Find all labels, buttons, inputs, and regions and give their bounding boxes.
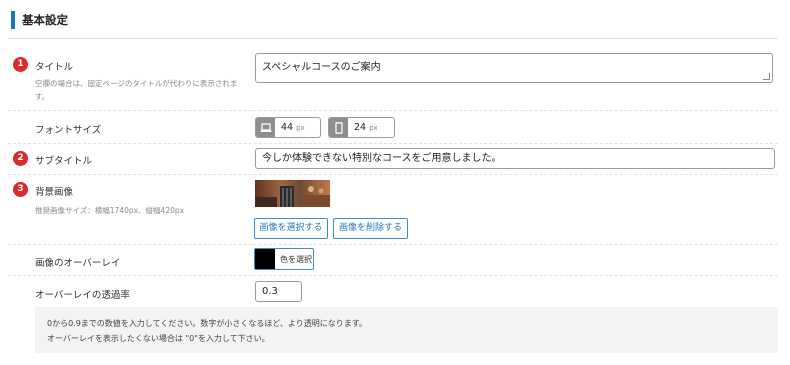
- step-badge-1: 1: [13, 57, 28, 72]
- opacity-label: オーバーレイの透過率: [35, 290, 130, 301]
- divider: [8, 110, 778, 111]
- font-size-sp-input[interactable]: 24 px: [328, 117, 395, 138]
- font-size-label: フォントサイズ: [35, 125, 102, 136]
- step-badge-3: 3: [13, 182, 28, 197]
- divider: [8, 275, 778, 276]
- section-title: 基本設定: [11, 11, 68, 29]
- title-description: 空欄の場合は、固定ページのタイトルが代わりに表示されます。: [35, 79, 238, 101]
- font-size-sp-unit: px: [369, 124, 378, 132]
- note-line-1: 0から0.9までの数値を入力してください。数字が小さくなるほど、より透明になりま…: [47, 319, 367, 328]
- note-line-2: オーバーレイを表示したくない場合は "0"を入力して下さい。: [47, 334, 270, 343]
- delete-image-button[interactable]: 画像を削除する: [333, 218, 408, 239]
- title-label: タイトル: [35, 62, 74, 73]
- step-badge-2: 2: [13, 151, 28, 166]
- divider: [8, 174, 778, 175]
- divider: [8, 143, 778, 144]
- resize-handle-icon[interactable]: [763, 73, 770, 80]
- overlay-color-swatch: [255, 249, 275, 269]
- background-image-thumbnail: [255, 180, 330, 207]
- laptop-icon: [256, 118, 275, 137]
- divider: [8, 38, 778, 39]
- title-textarea[interactable]: スペシャルコースのご案内: [255, 53, 773, 83]
- font-size-pc-unit: px: [296, 124, 305, 132]
- select-image-button[interactable]: 画像を選択する: [254, 218, 328, 239]
- overlay-color-picker-button[interactable]: 色を選択: [254, 248, 314, 270]
- background-image-description: 推奨画像サイズ：横幅1740px、縦幅420px: [35, 206, 185, 215]
- font-size-pc-value: 44: [281, 122, 294, 133]
- overlay-label: 画像のオーバーレイ: [35, 258, 121, 269]
- subtitle-input[interactable]: 今しか体験できない特別なコースをご用意しました。: [255, 148, 775, 169]
- opacity-help-note: 0から0.9までの数値を入力してください。数字が小さくなるほど、より透明になりま…: [35, 307, 778, 353]
- title-value: スペシャルコースのご案内: [262, 62, 381, 73]
- font-size-pc-input[interactable]: 44 px: [255, 117, 321, 138]
- smartphone-icon: [329, 118, 348, 137]
- background-image-label: 背景画像: [35, 187, 74, 198]
- opacity-input[interactable]: 0.3: [255, 281, 302, 302]
- color-select-label: 色を選択: [280, 254, 312, 264]
- divider: [8, 244, 778, 245]
- subtitle-label: サブタイトル: [35, 156, 93, 167]
- font-size-sp-value: 24: [354, 122, 367, 133]
